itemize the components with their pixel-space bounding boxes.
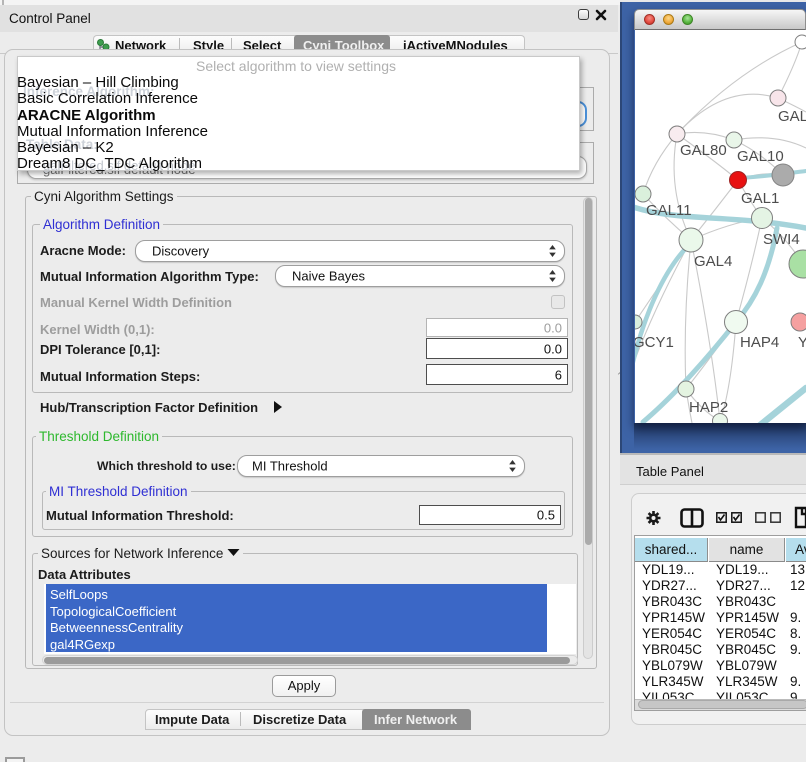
svg-text:GAL1: GAL1 (741, 190, 779, 207)
svg-text:HAP4: HAP4 (740, 334, 779, 351)
svg-text:GAL10: GAL10 (737, 148, 784, 165)
svg-text:HAP2: HAP2 (689, 399, 728, 416)
svg-text:GAL11: GAL11 (646, 202, 692, 219)
svg-text:Y: Y (798, 334, 806, 351)
svg-text:GCY1: GCY1 (635, 334, 674, 351)
svg-text:GAL2: GAL2 (778, 108, 806, 125)
svg-text:GAL80: GAL80 (680, 142, 727, 159)
svg-text:SWI4: SWI4 (763, 231, 800, 248)
svg-text:GAL4: GAL4 (694, 253, 732, 270)
